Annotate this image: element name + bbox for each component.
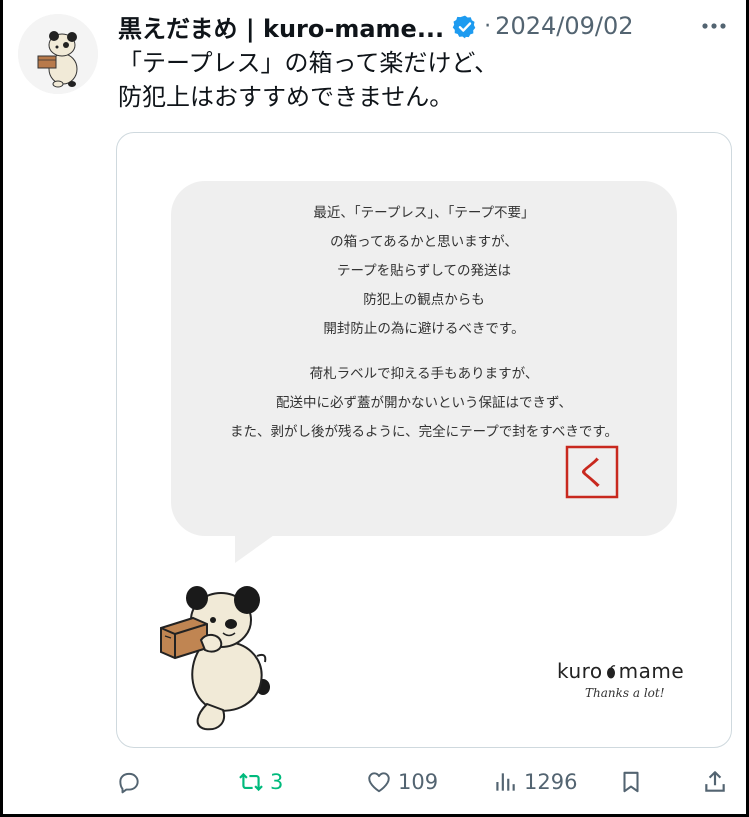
bubble-line: 防犯上の観点からも [363,292,485,308]
retweet-icon [239,772,263,792]
views-icon [496,773,515,791]
display-name[interactable]: 黒えだまめ | kuro-mame... [118,9,444,44]
verified-badge-icon[interactable] [452,14,478,40]
tweet-action-bar: 3 109 1296 [116,762,730,802]
reply-button[interactable] [116,762,148,802]
retweet-count: 3 [270,770,284,794]
bubble-line: の箱ってあるかと思いますが、 [330,234,518,250]
tweet-header: 黒えだまめ | kuro-mame... · 2024/09/02 [118,8,729,44]
tweet-image[interactable]: 最近、「テープレス」、「テープ不要」 の箱ってあるかと思いますが、 テープを貼ら… [116,132,732,748]
bookmark-button[interactable] [618,762,644,802]
bubble-line: テープを貼らずしての発送は [336,263,511,279]
bubble-line: 最近、「テープレス」、「テープ不要」 [313,205,535,221]
bubble-line: 荷札ラベルで抑える手もありますが、 [309,366,539,382]
brand-logo-right: mame [618,659,685,683]
bookmark-icon [623,771,639,793]
brand-logo: kuro mame [557,659,684,683]
reply-icon [119,772,139,794]
share-icon [705,771,725,792]
brand-tagline: Thanks a lot! [585,686,665,700]
views-button[interactable]: 1296 [492,762,577,802]
tweet-date[interactable]: 2024/09/02 [495,12,633,40]
speech-bubble-text: 最近、「テープレス」、「テープ不要」 の箱ってあるかと思いますが、 テープを貼ら… [171,199,677,447]
tweet-text-line: 「テープレス」の箱って楽だけど、 [118,49,499,77]
like-count: 109 [398,770,439,794]
more-icon[interactable] [699,14,729,38]
speech-bubble-tail [235,533,277,563]
bubble-line: 開封防止の為に避けるべきです。 [323,321,525,337]
stamp-seal: く [565,445,619,499]
avatar[interactable] [18,14,98,94]
retweet-button[interactable]: 3 [238,762,283,802]
stamp-char: く [575,454,609,494]
tweet-text: 「テープレス」の箱って楽だけど、 防犯上はおすすめできません。 [118,46,718,114]
tweet-text-line: 防犯上はおすすめできません。 [118,83,454,111]
panda-dog-mascot-illustration [160,586,270,731]
share-button[interactable] [702,762,728,802]
bean-icon [606,660,616,679]
bubble-line: 配送中に必ず蓋が開かないという保証はできず、 [275,395,573,411]
views-count: 1296 [524,770,578,794]
heart-icon [368,772,390,793]
like-button[interactable]: 109 [366,762,438,802]
bubble-line: また、剥がし後が残るように、完全にテープで封をすべきです。 [230,424,618,440]
avatar-mascot-image [18,14,98,94]
brand-logo-left: kuro [557,659,603,683]
header-separator: · [484,13,492,39]
